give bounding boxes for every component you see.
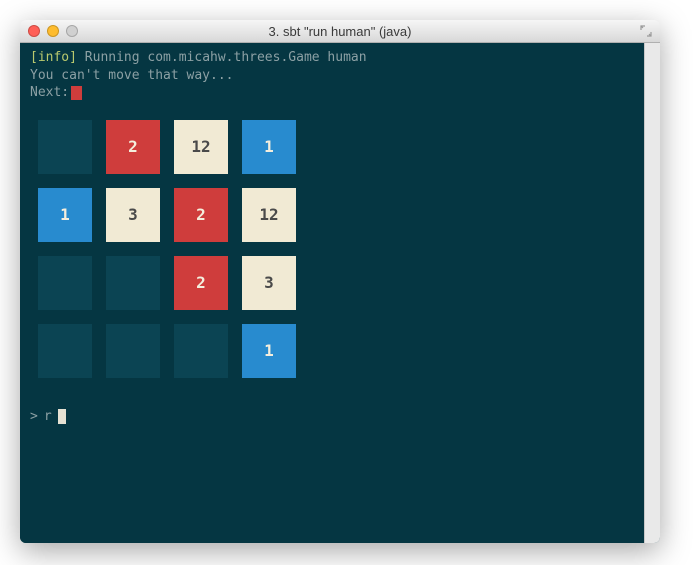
expand-icon[interactable]	[640, 25, 652, 37]
traffic-lights	[28, 25, 78, 37]
board-cell: 12	[242, 188, 296, 242]
next-label: Next:	[30, 85, 69, 100]
info-line: [info] Running com.micahw.threes.Game hu…	[30, 49, 634, 67]
prompt-symbol: >	[30, 408, 38, 426]
titlebar: 3. sbt "run human" (java)	[20, 20, 660, 43]
board-cell: 1	[242, 120, 296, 174]
board-cell	[106, 256, 160, 310]
minimize-icon[interactable]	[47, 25, 59, 37]
board-cell: 2	[174, 256, 228, 310]
next-tile-icon	[71, 86, 82, 100]
info-text: Running com.micahw.threes.Game human	[77, 50, 367, 65]
board-cell	[106, 324, 160, 378]
zoom-icon[interactable]	[66, 25, 78, 37]
prompt-line[interactable]: > r	[30, 408, 634, 426]
board-cell	[38, 120, 92, 174]
cursor-icon	[58, 409, 66, 424]
board-cell	[174, 324, 228, 378]
board-cell: 1	[242, 324, 296, 378]
terminal[interactable]: [info] Running com.micahw.threes.Game hu…	[20, 43, 644, 543]
game-board: 2 12 1 1 3 2 12 2 3 1	[38, 120, 634, 378]
close-icon[interactable]	[28, 25, 40, 37]
info-tag: [info]	[30, 50, 77, 65]
scrollbar[interactable]	[644, 43, 660, 543]
status-message: You can't move that way...	[30, 67, 634, 85]
next-line: Next:	[30, 84, 634, 102]
board-cell	[38, 324, 92, 378]
window-title: 3. sbt "run human" (java)	[20, 24, 660, 39]
app-window: 3. sbt "run human" (java) [info] Running…	[20, 20, 660, 543]
board-cell	[38, 256, 92, 310]
board-cell: 3	[242, 256, 296, 310]
board-cell: 2	[174, 188, 228, 242]
board-cell: 2	[106, 120, 160, 174]
board-cell: 3	[106, 188, 160, 242]
prompt-input: r	[44, 408, 52, 426]
board-cell: 12	[174, 120, 228, 174]
terminal-wrap: [info] Running com.micahw.threes.Game hu…	[20, 43, 660, 543]
board-cell: 1	[38, 188, 92, 242]
